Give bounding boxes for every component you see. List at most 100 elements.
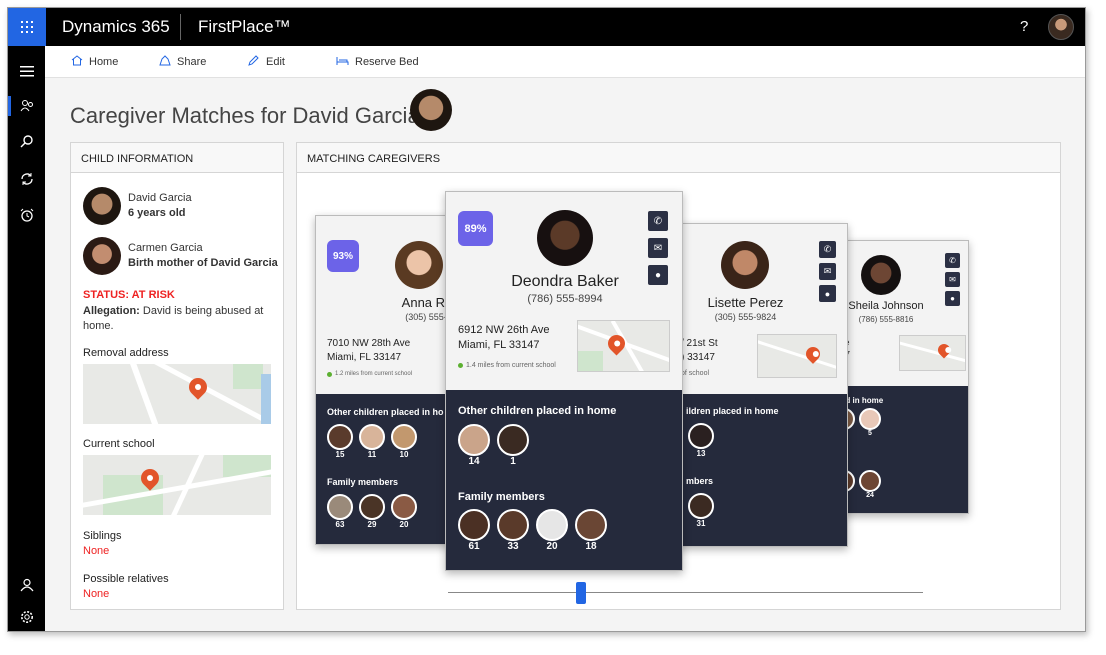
- settings-icon[interactable]: [8, 602, 45, 631]
- mother-person[interactable]: Carmen Garcia Birth mother of David Garc…: [83, 237, 278, 275]
- alarm-icon[interactable]: [8, 200, 45, 230]
- app-window: Dynamics 365 FirstPlace™ ? Home Share Ed…: [7, 7, 1086, 632]
- family-member[interactable]: 29: [359, 494, 385, 529]
- member-photo: [575, 509, 607, 541]
- children-section-label: Other children placed in ho: [327, 407, 444, 417]
- email-icon[interactable]: ✉: [945, 272, 960, 287]
- caregiver-phone: (305) 555-9824: [714, 312, 777, 322]
- app-name[interactable]: Dynamics 365: [62, 17, 170, 37]
- family-member[interactable]: 18: [575, 509, 607, 552]
- child-member[interactable]: 1: [497, 424, 529, 467]
- app-launcher-icon[interactable]: [8, 8, 46, 46]
- allegation: Allegation: David is being abused at hom…: [83, 304, 268, 334]
- share-button[interactable]: Share: [159, 55, 206, 69]
- family-member[interactable]: 61: [458, 509, 490, 552]
- map-road: [127, 364, 165, 424]
- status-dot: [327, 371, 332, 377]
- member-photo: [391, 494, 417, 520]
- family-member[interactable]: 63: [327, 494, 353, 529]
- member-photo: [327, 494, 353, 520]
- child-person[interactable]: David Garcia 6 years old: [83, 187, 192, 225]
- caregiver-phone: (786) 555-8816: [858, 315, 914, 324]
- carousel-slider-track[interactable]: [448, 592, 923, 593]
- child-member[interactable]: 10: [391, 424, 417, 459]
- hamburger-icon[interactable]: [8, 56, 45, 86]
- relatives-value: None: [83, 588, 110, 600]
- card-footer: Other children placed in home 14 1 Famil…: [446, 390, 682, 570]
- family-row: 31: [688, 493, 714, 528]
- mother-name: Carmen Garcia: [128, 242, 203, 254]
- family-member[interactable]: 33: [497, 509, 529, 552]
- child-member[interactable]: 15: [327, 424, 353, 459]
- member-photo: [391, 424, 417, 450]
- family-section-label: Family members: [327, 477, 399, 487]
- member-photo: [458, 509, 490, 541]
- member-age: 15: [335, 450, 345, 459]
- child-member[interactable]: 14: [458, 424, 490, 467]
- member-photo: [458, 424, 490, 456]
- home-button[interactable]: Home: [71, 55, 118, 69]
- child-information-panel: CHILD INFORMATION David Garcia 6 years o…: [70, 142, 284, 610]
- status-dot: [458, 363, 463, 368]
- help-icon[interactable]: ?: [1020, 18, 1028, 35]
- map-road: [758, 339, 836, 374]
- child-member[interactable]: 5: [859, 408, 881, 437]
- distance-label: 1.4 miles from current school: [458, 362, 556, 369]
- member-photo: [688, 493, 714, 519]
- caregiver-card[interactable]: Sheila Johnson (786) 555-8816 ✆ ✉ ● ve 4…: [838, 240, 969, 514]
- child-member[interactable]: 11: [359, 424, 385, 459]
- carousel-slider-thumb[interactable]: [576, 582, 586, 604]
- chat-icon[interactable]: ●: [945, 291, 960, 306]
- phone-icon[interactable]: ✆: [945, 253, 960, 268]
- phone-icon[interactable]: ✆: [819, 241, 836, 258]
- address-line-2: Miami, FL 33147: [327, 352, 402, 363]
- member-age: 10: [399, 450, 409, 459]
- member-age: 20: [399, 520, 409, 529]
- current-school-map[interactable]: [83, 455, 271, 515]
- home-icon: [71, 55, 83, 69]
- contact-actions: ✆ ✉ ●: [945, 253, 960, 306]
- removal-address-map[interactable]: [83, 364, 271, 424]
- user-icon[interactable]: [8, 570, 45, 600]
- chat-icon[interactable]: ●: [648, 265, 668, 285]
- email-icon[interactable]: ✉: [648, 238, 668, 258]
- card-footer: ildren placed in home 13 mbers 31: [676, 394, 847, 546]
- email-icon[interactable]: ✉: [819, 263, 836, 280]
- family-section-label: Family members: [458, 491, 545, 503]
- distance-text: 1.4 miles from current school: [466, 362, 556, 369]
- sync-icon[interactable]: [8, 164, 45, 194]
- child-member[interactable]: 13: [688, 423, 714, 458]
- caregiver-map[interactable]: [899, 335, 966, 371]
- caregiver-map[interactable]: [577, 320, 670, 372]
- page-title: Caregiver Matches for David Garcia: [70, 103, 420, 128]
- panel-header: MATCHING CAREGIVERS: [297, 143, 1060, 173]
- card-footer: ed in home 9 5 s 9 24: [839, 386, 968, 513]
- phone-icon[interactable]: ✆: [648, 211, 668, 231]
- panel-header: CHILD INFORMATION: [71, 143, 283, 173]
- removal-address-label: Removal address: [83, 347, 169, 359]
- allegation-label: Allegation:: [83, 305, 140, 317]
- map-water: [261, 374, 271, 424]
- family-member[interactable]: 24: [859, 470, 881, 499]
- member-age: 14: [468, 456, 480, 467]
- search-icon[interactable]: [8, 126, 45, 156]
- distance-text: 1.2 miles from current school: [335, 371, 413, 377]
- family-member[interactable]: 20: [536, 509, 568, 552]
- bed-icon: [336, 55, 349, 69]
- family-member[interactable]: 31: [688, 493, 714, 528]
- edit-button[interactable]: Edit: [248, 55, 285, 69]
- family-member[interactable]: 20: [391, 494, 417, 529]
- children-row: 13: [688, 423, 714, 458]
- current-school-label: Current school: [83, 438, 155, 450]
- caregiver-card-selected[interactable]: 89% Deondra Baker (786) 555-8994 ✆ ✉ ● 6…: [445, 191, 683, 571]
- reserve-bed-button[interactable]: Reserve Bed: [336, 55, 419, 69]
- child-name: David Garcia: [128, 192, 192, 204]
- caregivers-icon[interactable]: [8, 91, 45, 121]
- match-badge: 89%: [458, 211, 493, 246]
- caregiver-map[interactable]: [757, 334, 837, 378]
- caregiver-card[interactable]: Lisette Perez (305) 555-9824 ✆ ✉ ● / 21s…: [675, 223, 848, 547]
- user-avatar[interactable]: [1048, 14, 1074, 40]
- address-line-1: 6912 NW 26th Ave: [458, 324, 550, 336]
- member-age: 5: [868, 430, 872, 437]
- chat-icon[interactable]: ●: [819, 285, 836, 302]
